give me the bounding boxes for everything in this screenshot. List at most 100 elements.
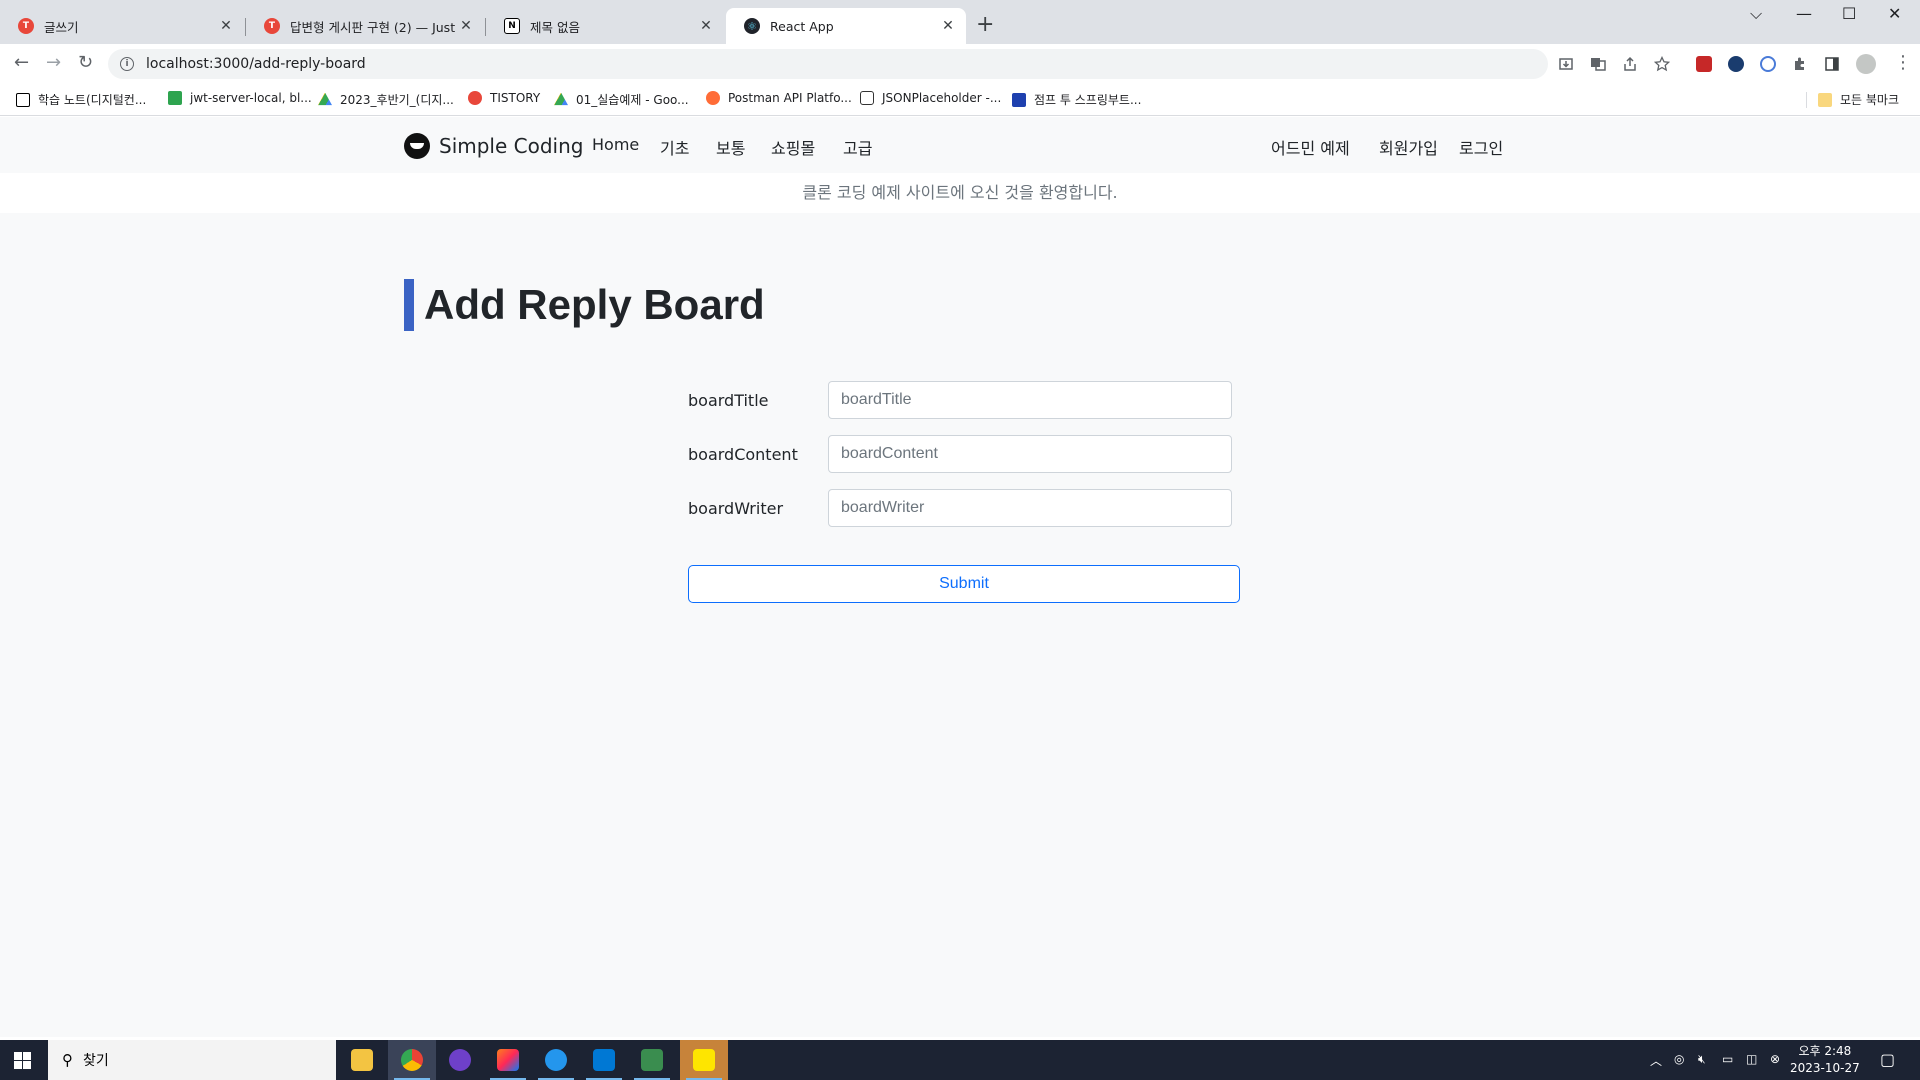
bookmark-label: TISTORY <box>490 91 541 105</box>
maximize-icon[interactable]: ☐ <box>1842 4 1856 23</box>
nav-link-shopping[interactable]: 쇼핑몰 <box>771 135 815 159</box>
show-hidden-icons-icon[interactable]: ︿ <box>1650 1052 1662 1069</box>
board-title-input[interactable] <box>828 381 1232 419</box>
notification-badge-icon[interactable]: ⊗ <box>1770 1052 1780 1066</box>
taskbar-search-box[interactable]: ⚲ 찾기 <box>48 1040 336 1080</box>
google-drive-icon <box>318 92 332 106</box>
bookmark-star-icon[interactable] <box>1654 56 1670 72</box>
bookmark-item[interactable]: Postman API Platfo... <box>706 91 852 105</box>
browser-tab[interactable]: T 글쓰기 ✕ <box>0 8 244 44</box>
media-player-icon[interactable] <box>628 1040 676 1080</box>
bookmark-label: 점프 투 스프링부트... <box>1034 93 1142 107</box>
action-center-icon[interactable]: ▢ <box>1880 1050 1895 1069</box>
close-tab-icon[interactable]: ✕ <box>218 18 234 34</box>
close-tab-icon[interactable]: ✕ <box>940 18 956 34</box>
bookmark-item[interactable]: 학습 노트(디지털컨... <box>16 91 146 108</box>
bookmark-label: JSONPlaceholder -... <box>882 91 1002 105</box>
translate-icon[interactable] <box>1590 56 1606 72</box>
notion-icon <box>16 92 30 107</box>
extension-red-icon[interactable] <box>1696 56 1712 72</box>
intellij-icon[interactable] <box>484 1040 532 1080</box>
board-content-label: boardContent <box>688 444 798 464</box>
bookmark-divider <box>1806 92 1807 108</box>
taskbar-clock[interactable]: 오후 2:48 2023-10-27 <box>1790 1043 1860 1077</box>
tistory-icon <box>468 91 482 105</box>
browser-tab[interactable]: N 제목 없음 ✕ <box>486 8 724 44</box>
close-window-icon[interactable]: ✕ <box>1888 4 1901 23</box>
docker-icon[interactable] <box>532 1040 580 1080</box>
profile-avatar-icon[interactable] <box>1856 54 1876 74</box>
bookmark-favicon-icon <box>168 91 182 105</box>
vscode-icon[interactable] <box>580 1040 628 1080</box>
nav-link-home[interactable]: Home <box>592 135 639 154</box>
clock-time: 오후 2:48 <box>1798 1044 1852 1058</box>
page-title-block: Add Reply Board <box>404 279 765 331</box>
kebab-menu-icon[interactable]: ⋮ <box>1894 52 1912 73</box>
nav-link-login[interactable]: 로그인 <box>1459 135 1503 159</box>
tab-search-icon[interactable]: ⌵ <box>1750 4 1762 24</box>
all-bookmarks-folder[interactable]: 모든 북마크 <box>1818 91 1899 108</box>
share-icon[interactable] <box>1622 56 1638 72</box>
bookmark-item[interactable]: JSONPlaceholder -... <box>860 91 1001 105</box>
new-tab-icon[interactable]: + <box>976 12 994 37</box>
bookmark-label: jwt-server-local, bl... <box>190 91 312 105</box>
address-bar-url[interactable]: localhost:3000/add-reply-board <box>146 56 366 72</box>
brand-link[interactable]: Simple Coding <box>404 133 583 159</box>
tab-title: 답변형 게시판 구현 (2) — Just <box>290 19 456 35</box>
title-accent-bar <box>404 279 414 331</box>
nav-link-advanced[interactable]: 고급 <box>843 135 872 159</box>
form-row-board-writer: boardWriter <box>688 489 1232 527</box>
bookmark-item[interactable]: jwt-server-local, bl... <box>168 91 312 105</box>
bookmark-item[interactable]: TISTORY <box>468 91 540 105</box>
taskbar-search-placeholder: 찾기 <box>83 1053 109 1069</box>
display-icon[interactable]: ◫ <box>1746 1052 1757 1066</box>
browser-tab[interactable]: T 답변형 게시판 구현 (2) — Just ✕ <box>246 8 484 44</box>
kakaotalk-icon[interactable] <box>680 1040 728 1080</box>
extension-check-icon[interactable] <box>1728 56 1744 72</box>
site-info-icon[interactable]: i <box>120 57 134 71</box>
speaker-muted-icon[interactable]: 🔇︎ <box>1698 1052 1706 1067</box>
nav-link-admin-example[interactable]: 어드민 예제 <box>1271 135 1350 159</box>
side-panel-icon[interactable] <box>1824 56 1840 72</box>
close-tab-icon[interactable]: ✕ <box>698 18 714 34</box>
bookmark-label: 2023_후반기_(디지... <box>340 93 454 107</box>
nav-link-signup[interactable]: 회원가입 <box>1379 135 1438 159</box>
minimize-icon[interactable]: — <box>1796 4 1812 23</box>
bookmark-item[interactable]: 01_실습예제 - Goo... <box>554 91 689 108</box>
github-desktop-icon[interactable] <box>436 1040 484 1080</box>
forward-icon[interactable]: → <box>46 52 61 73</box>
board-writer-label: boardWriter <box>688 498 784 518</box>
nav-link-normal[interactable]: 보통 <box>716 135 745 159</box>
close-tab-icon[interactable]: ✕ <box>458 18 474 34</box>
reload-icon[interactable]: ↻ <box>78 52 93 73</box>
browser-tab-strip: T 글쓰기 ✕ T 답변형 게시판 구현 (2) — Just ✕ N 제목 없… <box>0 0 1920 44</box>
board-writer-input[interactable] <box>828 489 1232 527</box>
bookmark-label: 모든 북마크 <box>1840 93 1900 107</box>
submit-button[interactable]: Submit <box>688 565 1240 603</box>
chrome-icon[interactable] <box>388 1040 436 1080</box>
extensions-puzzle-icon[interactable] <box>1792 56 1808 72</box>
board-content-input[interactable] <box>828 435 1232 473</box>
welcome-banner: 클론 코딩 예제 사이트에 오신 것을 환영합니다. <box>0 173 1920 213</box>
page-title: Add Reply Board <box>424 281 765 328</box>
form-row-board-title: boardTitle <box>688 381 1232 419</box>
browser-tab-active[interactable]: ⚛ React App ✕ <box>726 8 966 44</box>
network-icon[interactable]: ▭ <box>1722 1052 1733 1066</box>
bookmark-item[interactable]: 2023_후반기_(디지... <box>318 91 454 108</box>
bookmark-label: 01_실습예제 - Goo... <box>576 93 689 107</box>
file-explorer-icon[interactable] <box>338 1040 386 1080</box>
address-bar[interactable]: i localhost:3000/add-reply-board <box>108 49 1548 79</box>
install-app-icon[interactable] <box>1558 56 1574 72</box>
notion-favicon-icon: N <box>504 18 520 34</box>
board-title-label: boardTitle <box>688 390 769 410</box>
extension-sync-icon[interactable] <box>1760 56 1776 72</box>
back-icon[interactable]: ← <box>14 52 29 73</box>
web-page: Simple Coding Home 기초 보통 쇼핑몰 고급 어드민 예제 회… <box>0 117 1920 1037</box>
tab-title: 글쓰기 <box>44 19 79 35</box>
nav-link-basic[interactable]: 기초 <box>660 135 689 159</box>
bookmark-item[interactable]: 점프 투 스프링부트... <box>1012 91 1141 108</box>
windows-start-icon[interactable] <box>14 1052 31 1069</box>
meet-now-icon[interactable]: ◎ <box>1674 1052 1684 1066</box>
clock-date: 2023-10-27 <box>1790 1061 1860 1075</box>
tistory-favicon-icon: T <box>18 18 34 34</box>
